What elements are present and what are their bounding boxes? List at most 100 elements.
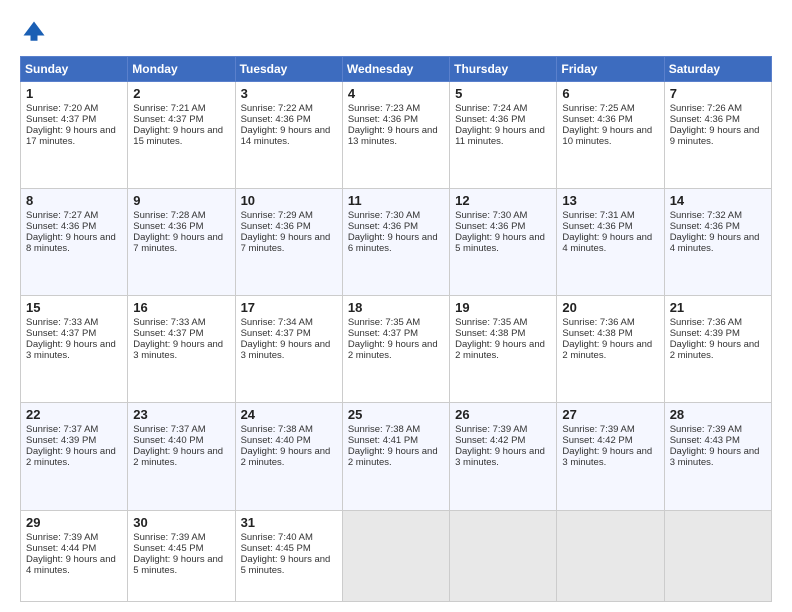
day-number: 7	[670, 86, 766, 101]
table-row: 8 Sunrise: 7:27 AMSunset: 4:36 PMDaylight…	[21, 189, 128, 296]
table-row: 2Sunrise: 7:21 AMSunset: 4:37 PMDaylight…	[128, 82, 235, 189]
col-header-tuesday: Tuesday	[235, 57, 342, 82]
daylight-text: Daylight: 9 hours and 4 minutes.	[562, 232, 652, 254]
day-number: 26	[455, 407, 551, 422]
table-row: 11Sunrise: 7:30 AMSunset: 4:36 PMDayligh…	[342, 189, 449, 296]
sunset-text: Sunset: 4:42 PM	[455, 435, 525, 446]
table-row: 15Sunrise: 7:33 AMSunset: 4:37 PMDayligh…	[21, 296, 128, 403]
table-row: 12Sunrise: 7:30 AMSunset: 4:36 PMDayligh…	[450, 189, 557, 296]
day-number: 19	[455, 300, 551, 315]
day-number: 8	[26, 193, 122, 208]
day-number: 4	[348, 86, 444, 101]
daylight-text: Daylight: 9 hours and 2 minutes.	[133, 446, 223, 468]
day-number: 18	[348, 300, 444, 315]
day-number: 6	[562, 86, 658, 101]
sunrise-text: Sunrise: 7:37 AM	[26, 424, 98, 435]
sunset-text: Sunset: 4:36 PM	[133, 221, 203, 232]
daylight-text: Daylight: 9 hours and 7 minutes.	[133, 232, 223, 254]
sunrise-text: Sunrise: 7:38 AM	[348, 424, 420, 435]
table-row	[342, 510, 449, 602]
table-row: 16Sunrise: 7:33 AMSunset: 4:37 PMDayligh…	[128, 296, 235, 403]
table-row: 25Sunrise: 7:38 AMSunset: 4:41 PMDayligh…	[342, 403, 449, 510]
sunset-text: Sunset: 4:39 PM	[26, 435, 96, 446]
daylight-text: Daylight: 9 hours and 3 minutes.	[26, 339, 116, 361]
day-number: 22	[26, 407, 122, 422]
day-number: 20	[562, 300, 658, 315]
sunrise-text: Sunrise: 7:40 AM	[241, 532, 313, 543]
table-row: 30Sunrise: 7:39 AMSunset: 4:45 PMDayligh…	[128, 510, 235, 602]
daylight-text: Daylight: 9 hours and 5 minutes.	[241, 554, 331, 576]
daylight-text: Daylight: 9 hours and 3 minutes.	[670, 446, 760, 468]
day-number: 31	[241, 515, 337, 530]
sunset-text: Sunset: 4:40 PM	[133, 435, 203, 446]
sunset-text: Sunset: 4:38 PM	[562, 328, 632, 339]
col-header-monday: Monday	[128, 57, 235, 82]
table-row: 14Sunrise: 7:32 AMSunset: 4:36 PMDayligh…	[664, 189, 771, 296]
daylight-text: Daylight: 9 hours and 4 minutes.	[26, 554, 116, 576]
sunset-text: Sunset: 4:37 PM	[241, 328, 311, 339]
day-number: 27	[562, 407, 658, 422]
sunset-text: Sunset: 4:36 PM	[348, 114, 418, 125]
table-row: 26Sunrise: 7:39 AMSunset: 4:42 PMDayligh…	[450, 403, 557, 510]
col-header-friday: Friday	[557, 57, 664, 82]
sunrise-text: Sunrise: 7:29 AM	[241, 210, 313, 221]
col-header-wednesday: Wednesday	[342, 57, 449, 82]
table-row: 21Sunrise: 7:36 AMSunset: 4:39 PMDayligh…	[664, 296, 771, 403]
sunrise-text: Sunrise: 7:22 AM	[241, 103, 313, 114]
sunrise-text: Sunrise: 7:21 AM	[133, 103, 205, 114]
daylight-text: Daylight: 9 hours and 11 minutes.	[455, 125, 545, 147]
sunset-text: Sunset: 4:37 PM	[133, 328, 203, 339]
table-row: 29Sunrise: 7:39 AMSunset: 4:44 PMDayligh…	[21, 510, 128, 602]
sunrise-text: Sunrise: 7:39 AM	[670, 424, 742, 435]
table-row	[557, 510, 664, 602]
sunrise-text: Sunrise: 7:39 AM	[26, 532, 98, 543]
sunrise-text: Sunrise: 7:20 AM	[26, 103, 98, 114]
sunset-text: Sunset: 4:38 PM	[455, 328, 525, 339]
sunset-text: Sunset: 4:37 PM	[26, 114, 96, 125]
table-row: 18Sunrise: 7:35 AMSunset: 4:37 PMDayligh…	[342, 296, 449, 403]
sunset-text: Sunset: 4:39 PM	[670, 328, 740, 339]
table-row: 22 Sunrise: 7:37 AMSunset: 4:39 PMDayligh…	[21, 403, 128, 510]
sunset-text: Sunset: 4:36 PM	[26, 221, 96, 232]
sunset-text: Sunset: 4:36 PM	[348, 221, 418, 232]
sunset-text: Sunset: 4:36 PM	[455, 221, 525, 232]
sunrise-text: Sunrise: 7:35 AM	[455, 317, 527, 328]
day-number: 16	[133, 300, 229, 315]
daylight-text: Daylight: 9 hours and 3 minutes.	[562, 446, 652, 468]
sunset-text: Sunset: 4:36 PM	[562, 221, 632, 232]
sunset-text: Sunset: 4:37 PM	[133, 114, 203, 125]
table-row: 1Sunrise: 7:20 AMSunset: 4:37 PMDaylight…	[21, 82, 128, 189]
daylight-text: Daylight: 9 hours and 2 minutes.	[26, 446, 116, 468]
sunset-text: Sunset: 4:36 PM	[562, 114, 632, 125]
sunset-text: Sunset: 4:37 PM	[26, 328, 96, 339]
day-number: 29	[26, 515, 122, 530]
day-number: 25	[348, 407, 444, 422]
day-number: 23	[133, 407, 229, 422]
daylight-text: Daylight: 9 hours and 8 minutes.	[26, 232, 116, 254]
table-row: 10Sunrise: 7:29 AMSunset: 4:36 PMDayligh…	[235, 189, 342, 296]
day-number: 21	[670, 300, 766, 315]
sunrise-text: Sunrise: 7:32 AM	[670, 210, 742, 221]
day-number: 2	[133, 86, 229, 101]
table-row: 31Sunrise: 7:40 AMSunset: 4:45 PMDayligh…	[235, 510, 342, 602]
sunrise-text: Sunrise: 7:34 AM	[241, 317, 313, 328]
sunrise-text: Sunrise: 7:24 AM	[455, 103, 527, 114]
sunrise-text: Sunrise: 7:27 AM	[26, 210, 98, 221]
daylight-text: Daylight: 9 hours and 9 minutes.	[670, 125, 760, 147]
table-row: 17Sunrise: 7:34 AMSunset: 4:37 PMDayligh…	[235, 296, 342, 403]
table-row: 6Sunrise: 7:25 AMSunset: 4:36 PMDaylight…	[557, 82, 664, 189]
sunrise-text: Sunrise: 7:39 AM	[133, 532, 205, 543]
day-number: 10	[241, 193, 337, 208]
table-row: 23Sunrise: 7:37 AMSunset: 4:40 PMDayligh…	[128, 403, 235, 510]
sunset-text: Sunset: 4:36 PM	[241, 114, 311, 125]
col-header-saturday: Saturday	[664, 57, 771, 82]
sunrise-text: Sunrise: 7:31 AM	[562, 210, 634, 221]
day-number: 30	[133, 515, 229, 530]
sunset-text: Sunset: 4:37 PM	[348, 328, 418, 339]
col-header-thursday: Thursday	[450, 57, 557, 82]
daylight-text: Daylight: 9 hours and 17 minutes.	[26, 125, 116, 147]
day-number: 9	[133, 193, 229, 208]
sunrise-text: Sunrise: 7:36 AM	[562, 317, 634, 328]
sunset-text: Sunset: 4:42 PM	[562, 435, 632, 446]
calendar-table: SundayMondayTuesdayWednesdayThursdayFrid…	[20, 56, 772, 602]
